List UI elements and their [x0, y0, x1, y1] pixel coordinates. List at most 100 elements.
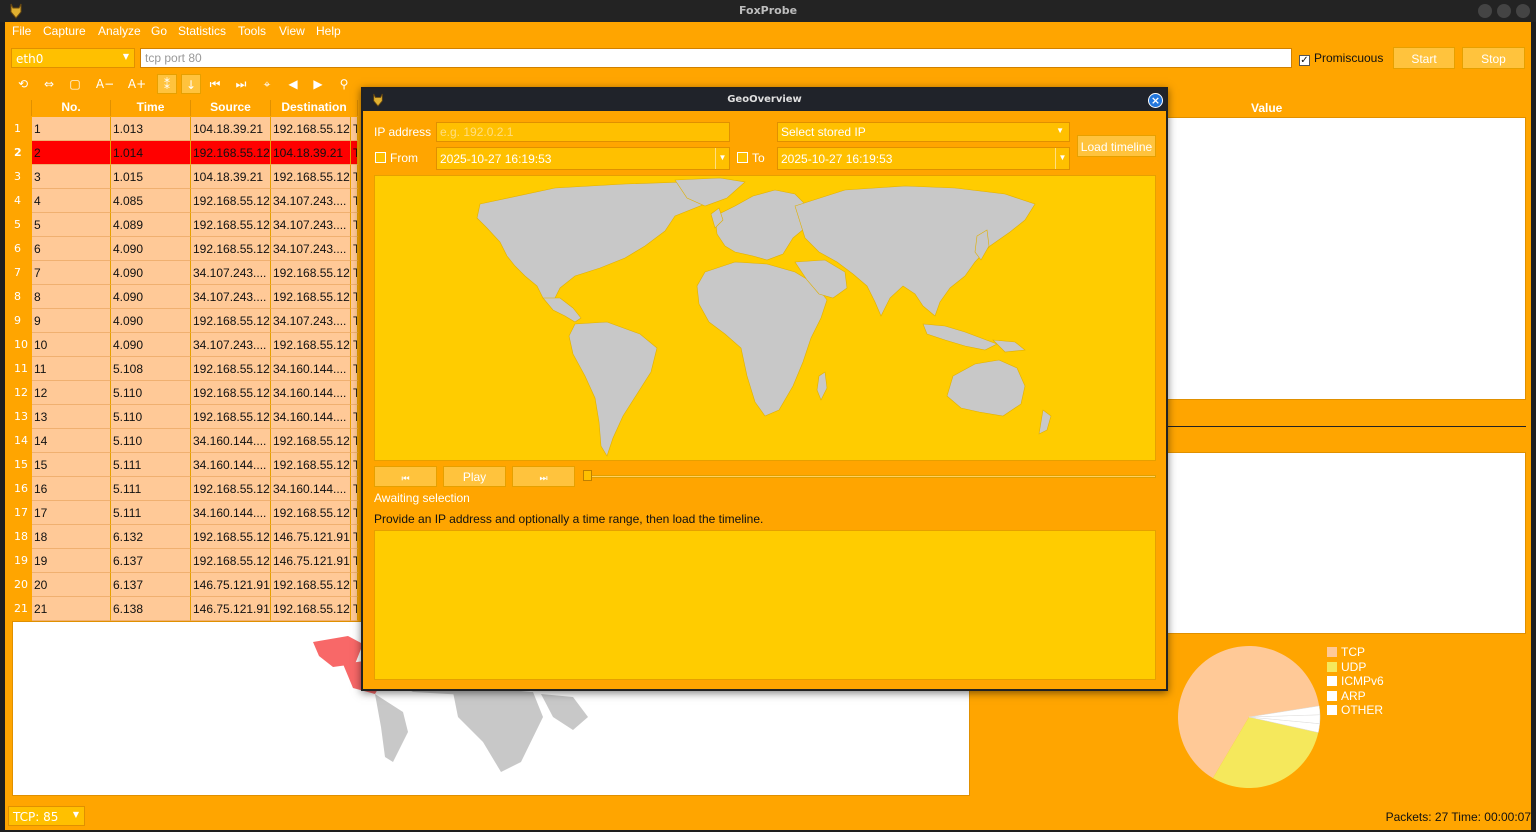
colorize-icon[interactable]: ⁑ — [157, 74, 177, 94]
table-row[interactable]: 10104.09034.107.243....192.168.55.12T — [13, 333, 358, 357]
menu-statistics[interactable]: Statistics — [178, 24, 226, 38]
menu-file[interactable]: File — [12, 24, 31, 38]
row-number[interactable]: 10 — [13, 333, 32, 357]
interface-select[interactable]: eth0 ▼ — [11, 48, 135, 68]
menu-analyze[interactable]: Analyze — [98, 24, 141, 38]
table-row[interactable]: 20206.137146.75.121.91192.168.55.12T — [13, 573, 358, 597]
table-row[interactable]: 14145.11034.160.144....192.168.55.12T — [13, 429, 358, 453]
table-row[interactable]: 12125.110192.168.55.1234.160.144....T — [13, 381, 358, 405]
swap-icon[interactable]: ⇔ — [39, 74, 59, 94]
go-to-icon[interactable]: ⌖ — [257, 74, 277, 94]
table-row[interactable]: 664.090192.168.55.1234.107.243....T — [13, 237, 358, 261]
menu-go[interactable]: Go — [151, 24, 167, 38]
load-timeline-button[interactable]: Load timeline — [1077, 135, 1156, 157]
go-last-frame-button[interactable]: ⏭ — [512, 466, 575, 487]
row-number[interactable]: 19 — [13, 549, 32, 573]
menu-view[interactable]: View — [279, 24, 305, 38]
from-checkbox[interactable] — [375, 152, 386, 163]
font-smaller-icon[interactable]: A− — [93, 74, 117, 94]
search-icon[interactable]: ⚲ — [334, 74, 354, 94]
stop-button[interactable]: Stop — [1462, 47, 1525, 69]
close-window-button[interactable] — [1516, 4, 1530, 18]
geo-status-label: Awaiting selection — [374, 491, 470, 505]
row-number[interactable]: 3 — [13, 165, 32, 189]
row-number[interactable]: 17 — [13, 501, 32, 525]
to-checkbox[interactable] — [737, 152, 748, 163]
font-larger-icon[interactable]: A+ — [125, 74, 149, 94]
cell-destination: 192.168.55.12 — [271, 453, 351, 477]
table-row[interactable]: 554.089192.168.55.1234.107.243....T — [13, 213, 358, 237]
table-row[interactable]: 774.09034.107.243....192.168.55.12T — [13, 261, 358, 285]
autoscroll-icon[interactable]: ↓ — [181, 74, 201, 94]
table-row[interactable]: 16165.111192.168.55.1234.160.144....T — [13, 477, 358, 501]
table-row[interactable]: 994.090192.168.55.1234.107.243....T — [13, 309, 358, 333]
table-row[interactable]: 444.085192.168.55.1234.107.243....T — [13, 189, 358, 213]
row-number[interactable]: 7 — [13, 261, 32, 285]
row-number[interactable]: 14 — [13, 429, 32, 453]
row-number[interactable]: 4 — [13, 189, 32, 213]
row-number[interactable]: 2 — [13, 141, 32, 165]
to-datetime-input[interactable]: 2025-10-27 16:19:53 ▼ — [777, 147, 1070, 170]
close-icon[interactable]: × — [1148, 93, 1163, 108]
from-datetime-input[interactable]: 2025-10-27 16:19:53 ▼ — [436, 147, 730, 170]
row-number[interactable]: 1 — [13, 117, 32, 141]
minimize-button[interactable] — [1478, 4, 1492, 18]
table-row[interactable]: 15155.11134.160.144....192.168.55.12T — [13, 453, 358, 477]
row-number[interactable]: 6 — [13, 237, 32, 261]
go-first-icon[interactable]: ⏮ — [205, 74, 225, 94]
geo-world-map[interactable] — [374, 175, 1156, 461]
menu-help[interactable]: Help — [316, 24, 341, 38]
table-row[interactable]: 13135.110192.168.55.1234.160.144....T — [13, 405, 358, 429]
row-number[interactable]: 8 — [13, 285, 32, 309]
column-header-destination[interactable]: Destination — [271, 100, 358, 116]
stop-square-icon[interactable]: ▢ — [65, 74, 85, 94]
row-number[interactable]: 15 — [13, 453, 32, 477]
chevron-down-icon[interactable]: ▼ — [715, 148, 729, 169]
table-row[interactable]: 884.09034.107.243....192.168.55.12T — [13, 285, 358, 309]
reload-icon[interactable]: ⟲ — [13, 74, 33, 94]
protocol-count-select[interactable]: TCP: 85 ▼ — [8, 806, 85, 826]
row-number[interactable]: 16 — [13, 477, 32, 501]
row-number[interactable]: 12 — [13, 381, 32, 405]
capture-filter-input[interactable]: tcp port 80 — [140, 48, 1292, 68]
go-last-icon[interactable]: ⏭ — [231, 74, 251, 94]
table-row[interactable]: 111.013104.18.39.21192.168.55.12T — [13, 117, 358, 141]
menu-capture[interactable]: Capture — [43, 24, 86, 38]
table-row[interactable]: 17175.11134.160.144....192.168.55.12T — [13, 501, 358, 525]
table-row[interactable]: 19196.137192.168.55.12146.75.121.91T — [13, 549, 358, 573]
row-number[interactable]: 20 — [13, 573, 32, 597]
stored-ip-select[interactable]: Select stored IP ▼ — [777, 122, 1070, 142]
column-header-no[interactable]: No. — [32, 100, 111, 116]
go-first-frame-button[interactable]: ⏮ — [374, 466, 437, 487]
table-row[interactable]: 11115.108192.168.55.1234.160.144....T — [13, 357, 358, 381]
previous-icon[interactable]: ◀ — [283, 74, 303, 94]
column-header-time[interactable]: Time — [111, 100, 191, 116]
cell-destination: 192.168.55.12 — [271, 165, 351, 189]
timeline-output-box[interactable] — [374, 530, 1156, 680]
packet-details-pane[interactable] — [1165, 117, 1526, 400]
play-button[interactable]: Play — [443, 466, 506, 487]
timeline-slider[interactable] — [583, 475, 1156, 478]
cell-no: 15 — [32, 453, 111, 477]
row-number[interactable]: 18 — [13, 525, 32, 549]
row-number[interactable]: 5 — [13, 213, 32, 237]
table-row[interactable]: 21216.138146.75.121.91192.168.55.12T — [13, 597, 358, 621]
start-button[interactable]: Start — [1393, 47, 1455, 69]
column-header-source[interactable]: Source — [191, 100, 271, 116]
packet-bytes-pane[interactable] — [1165, 452, 1526, 634]
timeline-slider-handle[interactable] — [583, 470, 592, 481]
splitter[interactable] — [1165, 426, 1526, 427]
table-row[interactable]: 331.015104.18.39.21192.168.55.12T — [13, 165, 358, 189]
row-number[interactable]: 11 — [13, 357, 32, 381]
row-number[interactable]: 13 — [13, 405, 32, 429]
table-row[interactable]: 221.014192.168.55.12104.18.39.21T — [13, 141, 358, 165]
row-number[interactable]: 21 — [13, 597, 32, 621]
next-icon[interactable]: ▶ — [308, 74, 328, 94]
maximize-button[interactable] — [1497, 4, 1511, 18]
menu-tools[interactable]: Tools — [238, 24, 266, 38]
table-row[interactable]: 18186.132192.168.55.12146.75.121.91T — [13, 525, 358, 549]
promiscuous-checkbox[interactable]: ✓ Promiscuous — [1299, 51, 1383, 66]
ip-address-input[interactable]: e.g. 192.0.2.1 — [436, 122, 730, 142]
row-number[interactable]: 9 — [13, 309, 32, 333]
chevron-down-icon[interactable]: ▼ — [1055, 148, 1069, 169]
